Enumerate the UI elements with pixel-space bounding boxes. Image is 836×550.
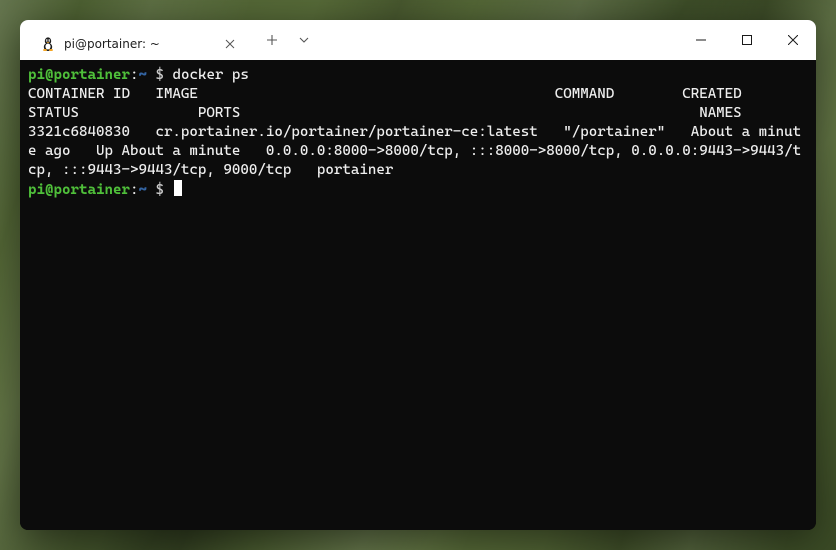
minimize-button[interactable] bbox=[678, 20, 724, 60]
title-bar: pi@portainer: ~ bbox=[20, 20, 816, 60]
prompt-symbol: $ bbox=[147, 67, 173, 83]
tab-dropdown-button[interactable] bbox=[290, 26, 318, 54]
new-tab-button[interactable] bbox=[258, 26, 286, 54]
tab-actions bbox=[258, 26, 318, 54]
cursor bbox=[174, 180, 182, 196]
output-row: 3321c6840830 cr.portainer.io/portainer/p… bbox=[28, 124, 801, 178]
tab-title: pi@portainer: ~ bbox=[64, 37, 214, 51]
tux-icon bbox=[40, 36, 56, 52]
prompt-path-2: ~ bbox=[138, 182, 147, 198]
prompt-symbol-2: $ bbox=[147, 182, 173, 198]
tab-area: pi@portainer: ~ bbox=[20, 20, 318, 60]
tab-close-button[interactable] bbox=[222, 36, 238, 52]
prompt-user-host: pi@portainer bbox=[28, 67, 130, 83]
command-text: docker ps bbox=[172, 67, 248, 83]
window-controls bbox=[678, 20, 816, 60]
maximize-button[interactable] bbox=[724, 20, 770, 60]
prompt-user-host-2: pi@portainer bbox=[28, 182, 130, 198]
active-tab[interactable]: pi@portainer: ~ bbox=[28, 28, 248, 60]
prompt-path: ~ bbox=[138, 67, 147, 83]
output-header: CONTAINER ID IMAGE COMMAND CREATED STATU… bbox=[28, 86, 816, 121]
terminal-body[interactable]: pi@portainer:~ $ docker ps CONTAINER ID … bbox=[20, 60, 816, 530]
terminal-window: pi@portainer: ~ bbox=[20, 20, 816, 530]
close-button[interactable] bbox=[770, 20, 816, 60]
